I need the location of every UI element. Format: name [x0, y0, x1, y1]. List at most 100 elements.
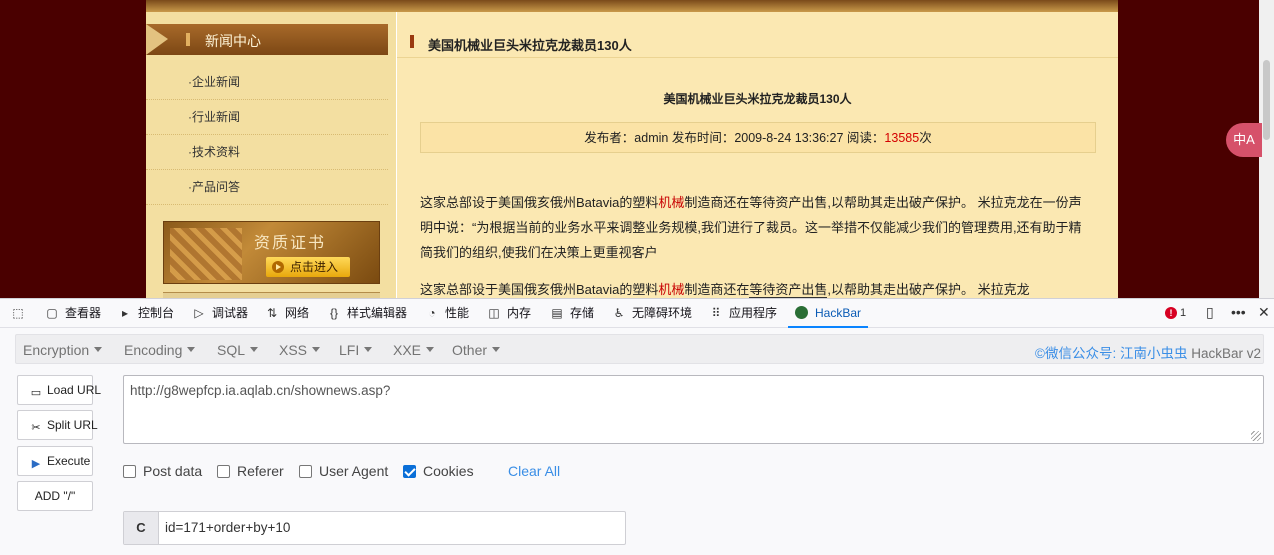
- tab-memory[interactable]: ◫ 内存: [486, 299, 531, 328]
- header-marker-icon: [186, 33, 190, 46]
- enter-button-label: 点击进入: [290, 260, 339, 274]
- article-paragraph: 这家总部设于美国俄亥俄州Batavia的塑料机械制造商还在等待资产出售,以帮助其…: [420, 277, 1090, 298]
- tab-application[interactable]: ⠿ 应用程序: [708, 299, 777, 328]
- paragraph-text: 制造商还在: [684, 282, 750, 297]
- checkbox-icon: [217, 465, 230, 478]
- chevron-down-icon: [426, 347, 435, 352]
- menu-other[interactable]: Other: [452, 342, 501, 358]
- accessibility-icon: ♿: [613, 306, 625, 320]
- button-label: Split URL: [47, 418, 98, 432]
- keyword-link[interactable]: 机械: [658, 195, 684, 210]
- split-url-button[interactable]: ✂ Split URL: [17, 410, 98, 440]
- style-editor-icon: {}: [329, 306, 338, 320]
- tab-label: 样式编辑器: [347, 306, 408, 320]
- cookie-label: C: [124, 512, 159, 544]
- menu-encryption[interactable]: Encryption: [23, 342, 103, 358]
- credit-text: ©微信公众号: 江南小虫虫: [1035, 346, 1188, 361]
- debugger-icon: ▷: [194, 306, 204, 320]
- memory-icon: ◫: [488, 306, 500, 320]
- dock-toggle-icon[interactable]: ▯: [1206, 304, 1214, 321]
- execute-button[interactable]: ▶ Execute: [17, 446, 93, 476]
- menu-sql[interactable]: SQL: [217, 342, 259, 358]
- translate-button[interactable]: 中A: [1226, 123, 1262, 157]
- cookie-input[interactable]: id=171+order+by+10: [165, 512, 290, 544]
- add-slash-button[interactable]: ADD "/": [17, 481, 93, 511]
- performance-icon: ◔: [428, 306, 436, 320]
- tab-performance[interactable]: ◔ 性能: [424, 299, 469, 328]
- paragraph-text: ,以帮助其走出破产保护。 米拉克龙: [827, 282, 1030, 297]
- page-scrollbar-thumb[interactable]: [1263, 60, 1270, 140]
- menu-lfi[interactable]: LFI: [339, 342, 373, 358]
- menu-label: LFI: [339, 342, 360, 358]
- tab-inspector[interactable]: ▢ 查看器: [44, 299, 101, 328]
- more-options-icon[interactable]: •••: [1231, 304, 1246, 320]
- chevron-down-icon: [94, 347, 103, 352]
- sidebar-item-industry-news[interactable]: ·行业新闻: [146, 100, 388, 135]
- application-icon: ⠿: [711, 306, 721, 320]
- chevron-down-icon: [312, 347, 321, 352]
- article-paragraph: 这家总部设于美国俄亥俄州Batavia的塑料机械制造商还在等待资产出售,以帮助其…: [420, 190, 1090, 265]
- tab-debugger[interactable]: ▷ 调试器: [191, 299, 248, 328]
- menu-xxe[interactable]: XXE: [393, 342, 435, 358]
- underlined-text: 等待资产出售: [749, 282, 828, 298]
- chevron-down-icon: [364, 347, 373, 352]
- tab-accessibility[interactable]: ♿ 无障碍环境: [611, 299, 692, 328]
- tab-label: 内存: [507, 306, 532, 320]
- user-agent-checkbox[interactable]: User Agent: [299, 463, 388, 479]
- sidebar-item-company-news[interactable]: ·企业新闻: [146, 65, 388, 100]
- close-icon[interactable]: ✕: [1258, 304, 1270, 321]
- checkbox-icon: [299, 465, 312, 478]
- menu-label: SQL: [217, 342, 246, 358]
- tab-label: 网络: [285, 306, 310, 320]
- load-url-button[interactable]: ▭ Load URL: [17, 375, 101, 405]
- chevron-down-icon: [187, 347, 196, 352]
- resize-grip-icon[interactable]: [1251, 431, 1261, 441]
- clear-all-link[interactable]: Clear All: [508, 463, 560, 479]
- url-textarea[interactable]: http://g8wepfcp.ia.aqlab.cn/shownews.asp…: [123, 375, 1264, 444]
- enter-button[interactable]: 点击进入: [266, 257, 350, 277]
- tab-style-editor[interactable]: {} 样式编辑器: [326, 299, 407, 328]
- checkbox-label: Cookies: [423, 463, 474, 479]
- sidebar: 新闻中心 ·企业新闻 ·行业新闻 ·技术资料 ·产品问答 资质证书 点击进入: [146, 12, 396, 298]
- button-label: Execute: [47, 454, 91, 468]
- article-panel: 美国机械业巨头米拉克龙裁员130人 美国机械业巨头米拉克龙裁员130人 发布者：…: [397, 12, 1118, 298]
- chevron-down-icon: [250, 347, 259, 352]
- certificate-banner[interactable]: 资质证书 点击进入: [163, 221, 380, 284]
- tab-label: 无障碍环境: [632, 306, 693, 320]
- checkbox-label: Post data: [143, 463, 203, 479]
- sidebar-header: 新闻中心: [146, 24, 388, 55]
- tab-label: HackBar: [815, 306, 862, 320]
- error-count: 1: [1180, 307, 1187, 319]
- post-data-checkbox[interactable]: Post data: [123, 463, 202, 479]
- inspector-icon: ▢: [46, 306, 58, 320]
- tab-storage[interactable]: ▤ 存储: [549, 299, 594, 328]
- menu-label: Other: [452, 342, 488, 358]
- tab-label: 性能: [445, 306, 470, 320]
- tab-label: 调试器: [212, 306, 249, 320]
- checkbox-label: User Agent: [319, 463, 389, 479]
- error-count-badge[interactable]: ! 1: [1165, 307, 1186, 319]
- checkbox-icon: [123, 465, 136, 478]
- sidebar-item-product-qa[interactable]: ·产品问答: [146, 170, 388, 205]
- certificate-image: [170, 228, 242, 280]
- view-count: 13585: [884, 131, 920, 145]
- element-picker-icon[interactable]: ⬚: [10, 299, 31, 328]
- tab-console[interactable]: ▸ 控制台: [117, 299, 174, 328]
- error-icon: !: [1165, 307, 1177, 319]
- keyword-link[interactable]: 机械: [658, 282, 684, 297]
- tab-hackbar[interactable]: HackBar: [788, 299, 869, 328]
- sidebar-item-tech-docs[interactable]: ·技术资料: [146, 135, 388, 170]
- menu-xss[interactable]: XSS: [279, 342, 321, 358]
- paragraph-text: 这家总部设于美国俄亥俄州Batavia的塑料: [420, 195, 659, 210]
- meta-suffix: 次: [919, 131, 932, 145]
- tab-network[interactable]: ⇅ 网络: [264, 299, 309, 328]
- storage-icon: ▤: [551, 306, 563, 320]
- menu-label: Encoding: [124, 342, 183, 358]
- header-strip: [146, 0, 1118, 12]
- referer-checkbox[interactable]: Referer: [217, 463, 284, 479]
- cookie-field[interactable]: C id=171+order+by+10: [123, 511, 626, 545]
- chevron-down-icon: [492, 347, 501, 352]
- menu-encoding[interactable]: Encoding: [124, 342, 196, 358]
- tab-label: 查看器: [65, 306, 102, 320]
- cookies-checkbox[interactable]: Cookies: [403, 463, 474, 479]
